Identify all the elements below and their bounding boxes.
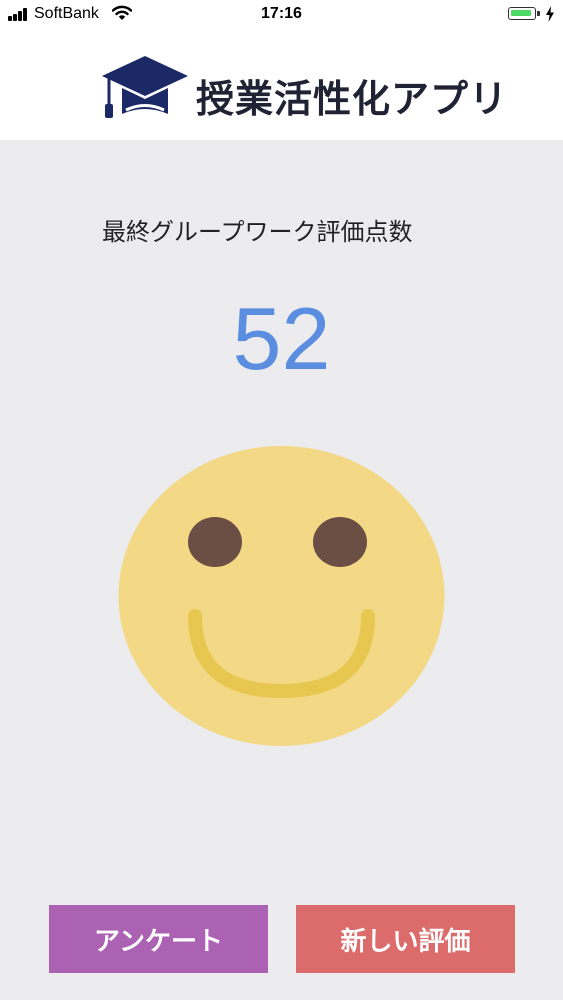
graduation-cap-icon bbox=[102, 56, 188, 118]
score-label: 最終グループワーク評価点数 bbox=[102, 218, 413, 246]
status-time: 17:16 bbox=[261, 5, 302, 22]
app-title: 授業活性化アプリ bbox=[196, 77, 509, 121]
smiley-face-icon bbox=[118, 446, 445, 746]
charging-bolt-icon bbox=[546, 6, 554, 22]
battery-icon bbox=[508, 7, 540, 20]
app-header: 授業活性化アプリ bbox=[0, 30, 563, 140]
status-bar: SoftBank 17:16 bbox=[0, 0, 563, 30]
score-value: 52 bbox=[232, 289, 331, 388]
new-evaluation-button[interactable]: 新しい評価 bbox=[296, 905, 515, 973]
survey-button[interactable]: アンケート bbox=[49, 905, 268, 973]
